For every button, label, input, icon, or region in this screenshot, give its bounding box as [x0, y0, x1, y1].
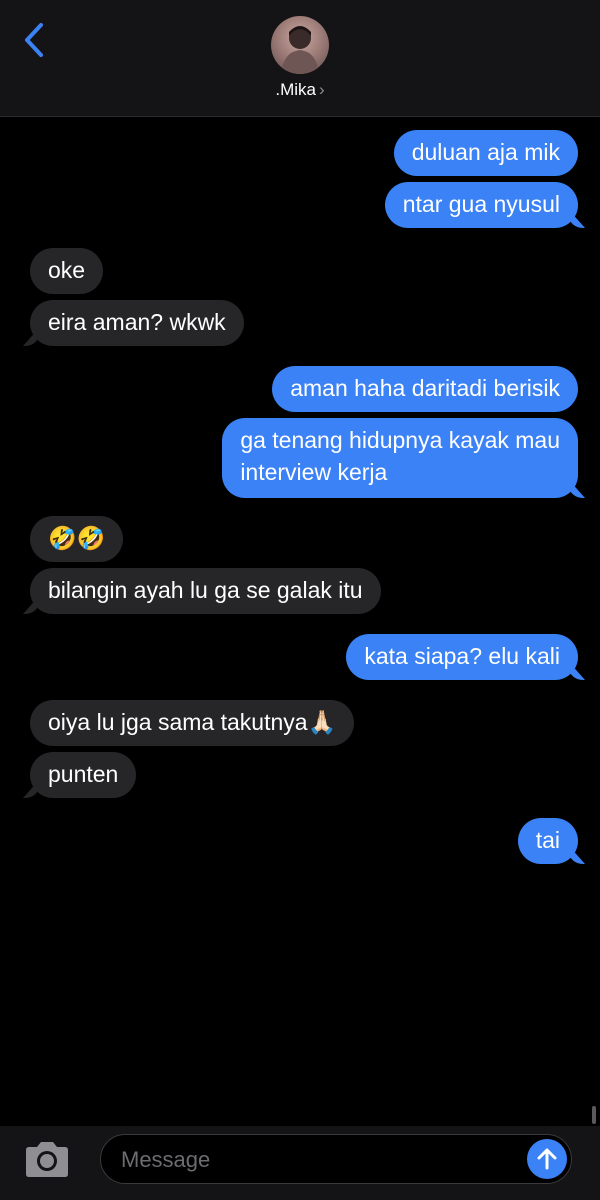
incoming-message-bubble[interactable]: oiya lu jga sama takutnya🙏🏻 — [30, 700, 355, 746]
message-composer — [0, 1126, 600, 1200]
incoming-message-bubble[interactable]: punten — [30, 752, 137, 798]
chevron-right-icon: › — [318, 80, 325, 99]
incoming-message-bubble[interactable]: 🤣🤣 — [30, 516, 124, 562]
outgoing-message-bubble[interactable]: aman haha daritadi berisik — [272, 366, 578, 412]
scroll-indicator[interactable] — [592, 1106, 596, 1124]
contact-name[interactable]: .Mika › — [0, 80, 600, 100]
camera-icon — [26, 1142, 68, 1177]
chevron-left-icon — [25, 23, 43, 57]
outgoing-message-bubble[interactable]: ntar gua nyusul — [384, 182, 578, 228]
contact-name-label: .Mika — [275, 80, 316, 99]
outgoing-message-bubble[interactable]: tai — [517, 818, 578, 864]
avatar-photo — [281, 26, 319, 74]
incoming-message-bubble[interactable]: bilangin ayah lu ga se galak itu — [30, 568, 381, 614]
contact-avatar[interactable] — [271, 16, 329, 74]
camera-button[interactable] — [22, 1140, 72, 1180]
incoming-message-bubble[interactable]: eira aman? wkwk — [30, 300, 244, 346]
outgoing-message-bubble[interactable]: duluan aja mik — [393, 130, 578, 176]
back-button[interactable] — [14, 18, 54, 62]
incoming-message-bubble[interactable]: oke — [30, 248, 104, 294]
send-button[interactable] — [527, 1139, 567, 1179]
outgoing-message-bubble[interactable]: kata siapa? elu kali — [346, 634, 578, 680]
outgoing-message-bubble[interactable]: ga tenang hidupnya kayak mau interview k… — [222, 418, 578, 498]
arrow-up-icon — [537, 1148, 557, 1170]
message-input[interactable] — [119, 1141, 503, 1179]
conversation-header: .Mika › — [0, 0, 600, 117]
message-thread: duluan aja mik ntar gua nyusul oke eira … — [0, 116, 600, 1126]
message-field[interactable] — [100, 1134, 572, 1184]
